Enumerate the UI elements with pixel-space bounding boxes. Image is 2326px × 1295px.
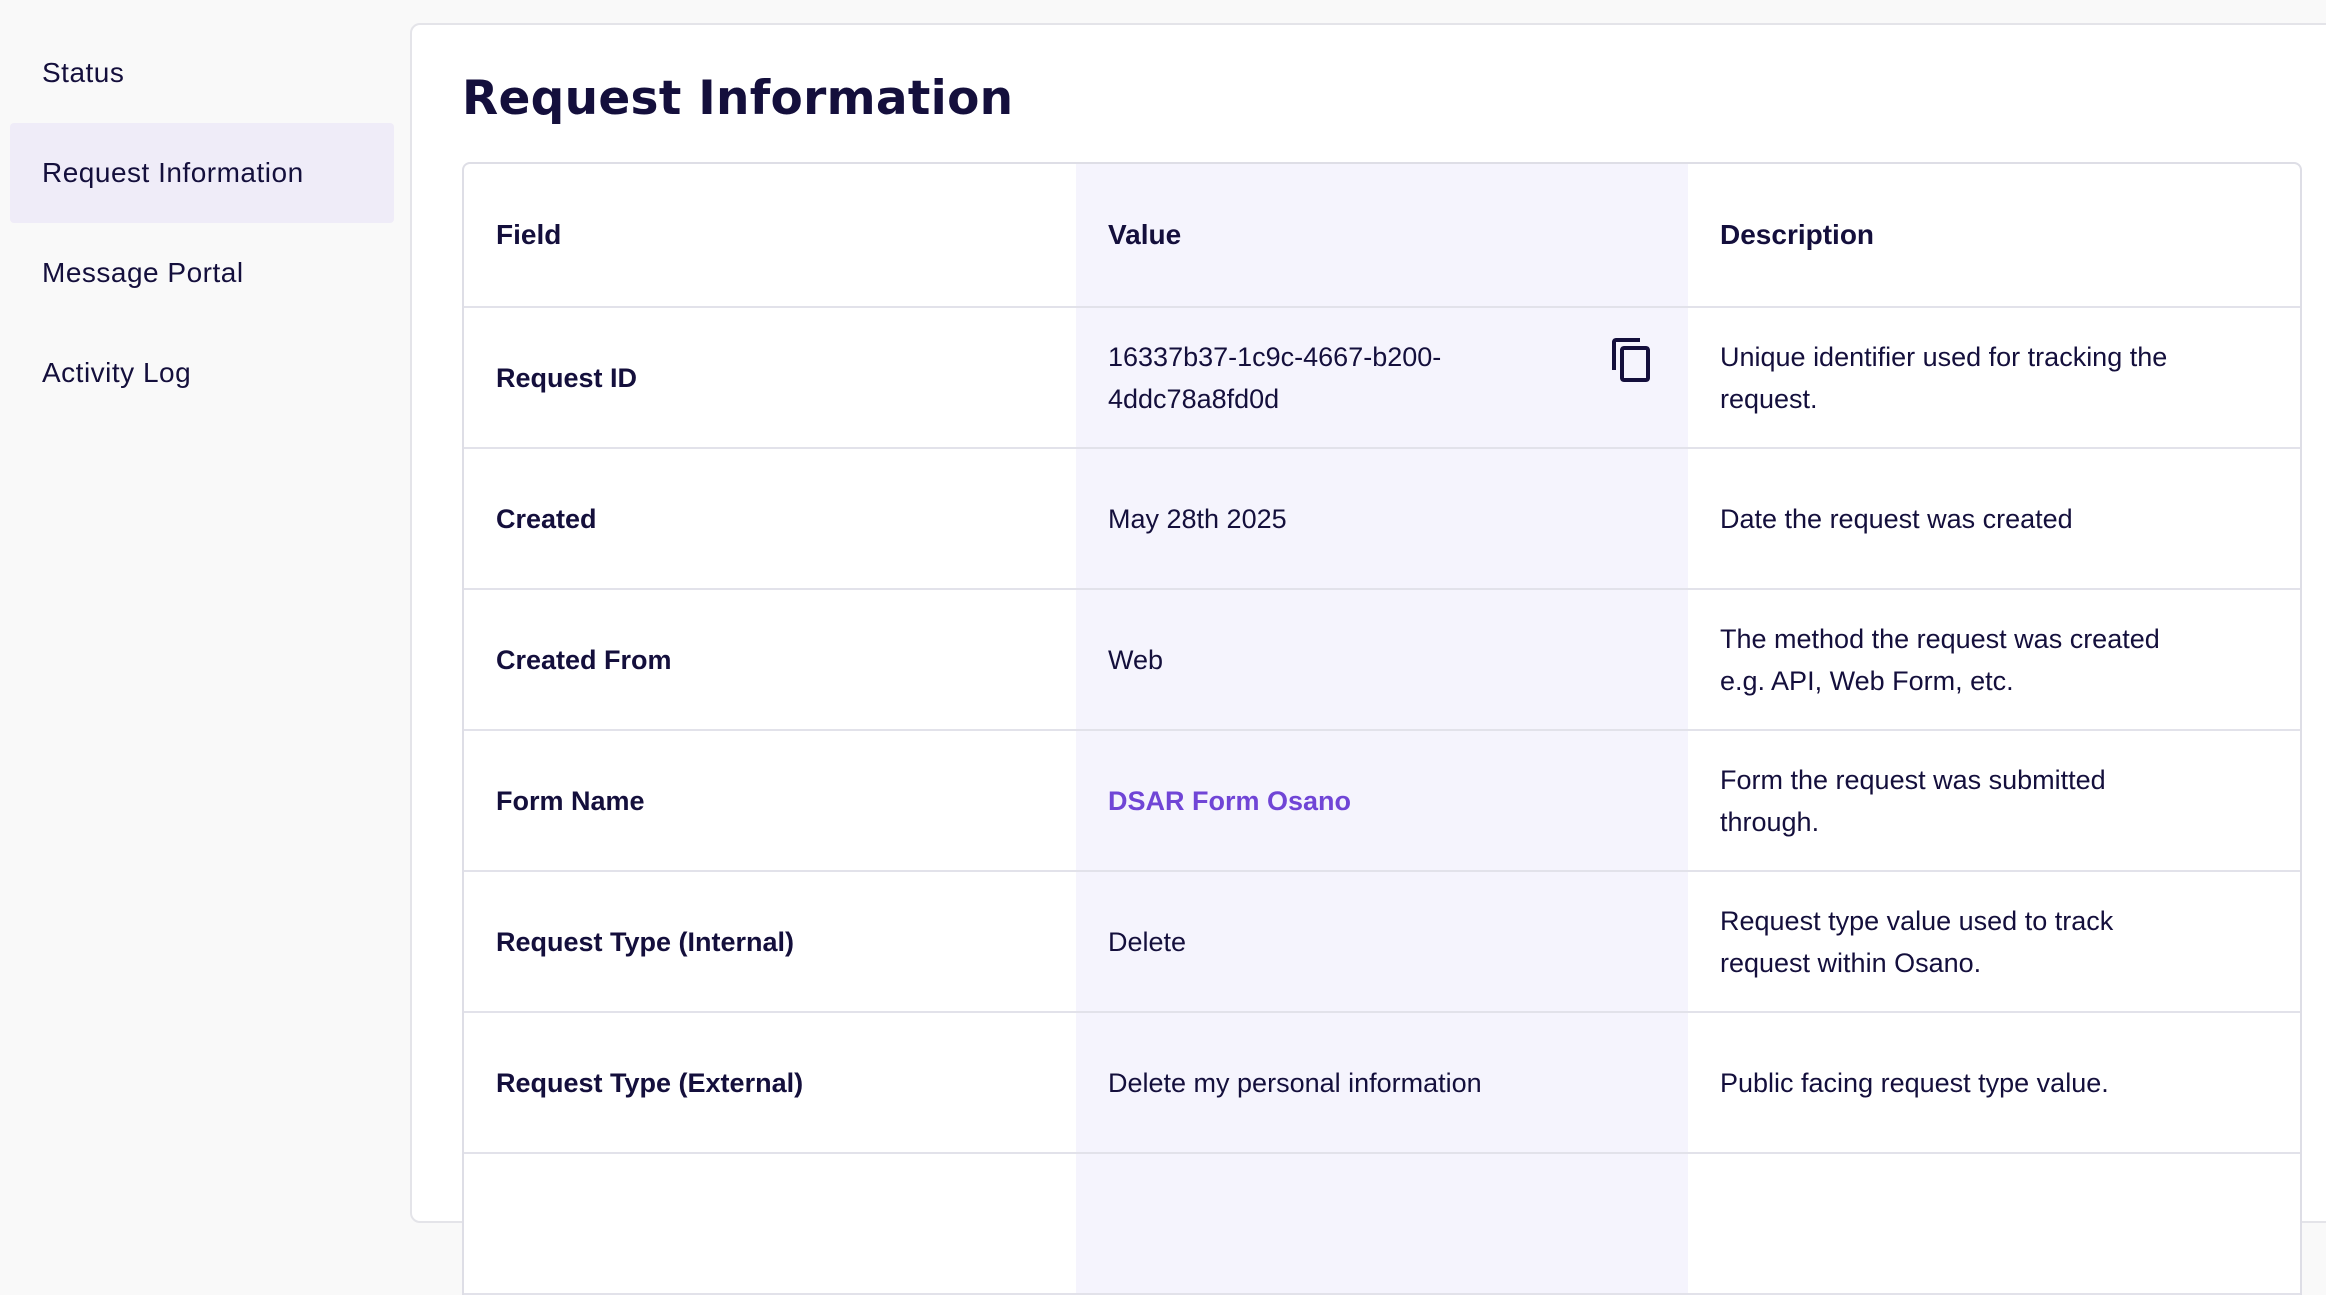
page-title: Request Information [462,71,1014,126]
field-cell: Form Name [496,785,645,816]
description-text: Form the request was submitted through. [1720,764,2106,837]
value-cell: Web [1076,590,1688,729]
description-cell: Date the request was created [1688,449,2300,588]
form-name-link[interactable]: DSAR Form Osano [1108,780,1351,822]
value-cell: Delete [1076,872,1688,1011]
value-cell [1076,1154,1688,1293]
description-cell: Form the request was submitted through. [1688,731,2300,870]
request-id-value: 16337b37-1c9c-4667-b200-4ddc78a8fd0d [1108,341,1442,414]
sidebar-item-activity-log[interactable]: Activity Log [10,323,394,423]
field-cell: Request Type (External) [496,1067,804,1098]
table-row-request-type-internal: Request Type (Internal) Delete Request t… [464,872,2300,1013]
description-cell: Unique identifier used for tracking the … [1688,308,2300,447]
table-header-row: Field Value Description [464,164,2300,308]
description-text: Request type value used to track request… [1720,905,2114,978]
value-cell: Delete my personal information [1076,1013,1688,1152]
description-cell: Request type value used to track request… [1688,872,2300,1011]
table-row-created-from: Created From Web The method the request … [464,590,2300,731]
header-field: Field [496,219,562,250]
field-cell: Request ID [496,362,638,393]
field-cell: Request Type (Internal) [496,926,795,957]
request-info-table: Field Value Description Request ID 16337… [462,162,2302,1295]
value-cell: May 28th 2025 [1076,449,1688,588]
sidebar-item-status[interactable]: Status [10,23,394,123]
value-cell: 16337b37-1c9c-4667-b200-4ddc78a8fd0d [1076,308,1688,447]
value-cell: DSAR Form Osano [1076,731,1688,870]
description-cell [1688,1154,2300,1293]
header-description: Description [1720,219,1875,250]
description-text: The method the request was created e.g. … [1720,623,2160,696]
description-text: Public facing request type value. [1720,1067,2109,1098]
table-row-request-type-external: Request Type (External) Delete my person… [464,1013,2300,1154]
table-row-next [464,1154,2300,1295]
description-text: Date the request was created [1720,503,2073,534]
field-cell: Created [496,503,597,534]
table-row-form-name: Form Name DSAR Form Osano Form the reque… [464,731,2300,872]
header-value: Value [1076,164,1688,306]
table-row-created: Created May 28th 2025 Date the request w… [464,449,2300,590]
description-cell: Public facing request type value. [1688,1013,2300,1152]
table-row-request-id: Request ID 16337b37-1c9c-4667-b200-4ddc7… [464,308,2300,449]
sidebar-item-request-information[interactable]: Request Information [10,123,394,223]
main-panel: Request Information Field Value Descript… [410,23,2326,1295]
copy-icon[interactable] [1608,336,1656,384]
sidebar-item-message-portal[interactable]: Message Portal [10,223,394,323]
sidebar-nav: Status Request Information Message Porta… [0,0,400,1176]
field-cell: Created From [496,644,672,675]
description-text: Unique identifier used for tracking the … [1720,341,2168,414]
field-cell [464,1154,1076,1293]
description-cell: The method the request was created e.g. … [1688,590,2300,729]
